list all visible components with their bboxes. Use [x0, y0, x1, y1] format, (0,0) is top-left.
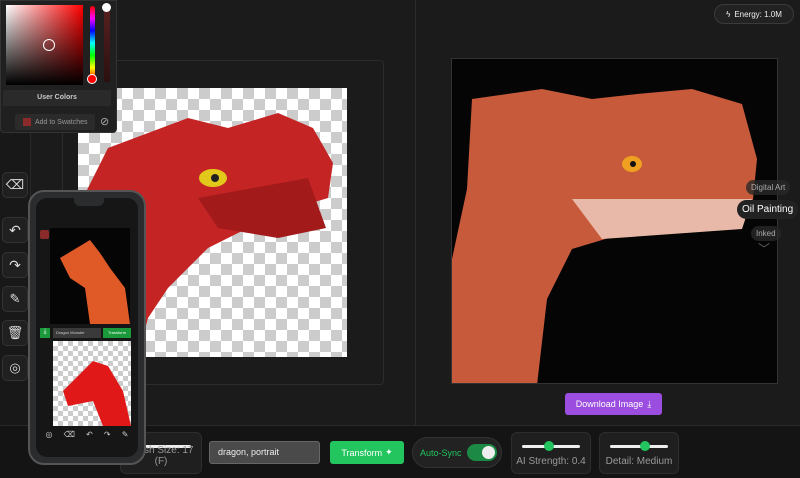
hide-eye-icon[interactable]: ⊘ [100, 115, 109, 128]
ai-strength-label: AI Strength: 0.4 [516, 456, 586, 467]
phone-canvas[interactable] [53, 341, 131, 426]
eraser-icon: ⌫ [5, 177, 25, 192]
lightning-icon: ϟ [726, 9, 731, 19]
hue-knob[interactable] [87, 74, 97, 84]
phone-brush-icon[interactable]: ✎ [122, 430, 129, 442]
user-colors-header[interactable]: User Colors [3, 90, 111, 106]
transform-label: Transform [341, 447, 383, 458]
detail-slider[interactable] [610, 441, 668, 451]
palette-button[interactable]: ◎ [2, 355, 28, 381]
toggle-switch[interactable] [466, 444, 497, 461]
divider [415, 0, 416, 425]
phone-download-button[interactable]: ⤓ [40, 328, 50, 338]
energy-label: Energy: 1.0M [734, 9, 782, 19]
detail-label: Detail: Medium [605, 456, 673, 467]
phone-transform-button[interactable]: Transform [103, 328, 131, 338]
phone-eraser-icon[interactable]: ⌫ [64, 430, 75, 442]
swatch-preview [23, 118, 31, 126]
sparkles-icon: ✦ [385, 447, 393, 457]
undo-icon: ↶ [9, 221, 21, 238]
download-image-button[interactable]: Download Image ⤓ [565, 393, 662, 415]
prompt-input[interactable]: dragon, portrait [209, 441, 320, 464]
phone-prompt-input[interactable]: Dragon Monster [53, 328, 101, 338]
transform-button[interactable]: Transform ✦ [330, 441, 404, 464]
trash-button[interactable]: 🗑 [2, 320, 28, 346]
energy-badge[interactable]: ϟ Energy: 1.0M [714, 4, 794, 24]
detail-control: Detail: Medium [599, 432, 679, 474]
add-to-swatches-button[interactable]: Add to Swatches [15, 114, 95, 130]
eraser-button[interactable]: ⌫ [2, 172, 28, 198]
phone-palette-icon[interactable]: ◎ [46, 430, 53, 442]
color-picker-panel: User Colors Add to Swatches ⊘ [0, 0, 117, 133]
phone-mockup: 10/4 ⤓ Dragon Monster Transform ◎⌫↶↷✎ [28, 190, 146, 465]
phone-app-icon [40, 230, 49, 239]
download-label: Download Image [575, 399, 644, 409]
opacity-knob[interactable] [102, 3, 111, 12]
undo-button[interactable]: ↶ [2, 217, 28, 243]
style-oil-painting[interactable]: Oil Painting [737, 200, 799, 219]
phone-result-image [50, 228, 130, 324]
saturation-field[interactable] [6, 5, 83, 85]
add-to-swatches-label: Add to Swatches [35, 118, 88, 126]
redo-icon: ↷ [9, 256, 21, 273]
result-image [451, 58, 778, 384]
ai-strength-slider[interactable] [522, 441, 580, 451]
eyedropper-icon: ✎ [9, 291, 21, 306]
redo-button[interactable]: ↷ [2, 252, 28, 278]
palette-icon: ◎ [9, 360, 21, 375]
download-icon: ⤓ [647, 398, 652, 409]
phone-undo-icon[interactable]: ↶ [86, 430, 93, 442]
phone-toolbar: ◎ ⌫ ↶ ↷ ✎ [40, 430, 134, 442]
eyedropper-button[interactable]: ✎ [2, 286, 28, 312]
opacity-slider[interactable] [102, 3, 111, 82]
chevron-down-icon[interactable]: ﹀ [758, 240, 770, 257]
style-digital-art[interactable]: Digital Art [746, 180, 791, 195]
auto-sync-label: Auto-Sync [420, 447, 462, 458]
ai-strength-control: AI Strength: 0.4 [511, 432, 591, 474]
color-cursor[interactable] [43, 39, 55, 51]
trash-icon: 🗑 [6, 325, 24, 340]
auto-sync-toggle[interactable]: Auto-Sync [412, 437, 502, 468]
style-inked[interactable]: Inked [751, 226, 781, 241]
phone-redo-icon[interactable]: ↷ [104, 430, 111, 442]
hue-slider[interactable] [87, 6, 97, 84]
